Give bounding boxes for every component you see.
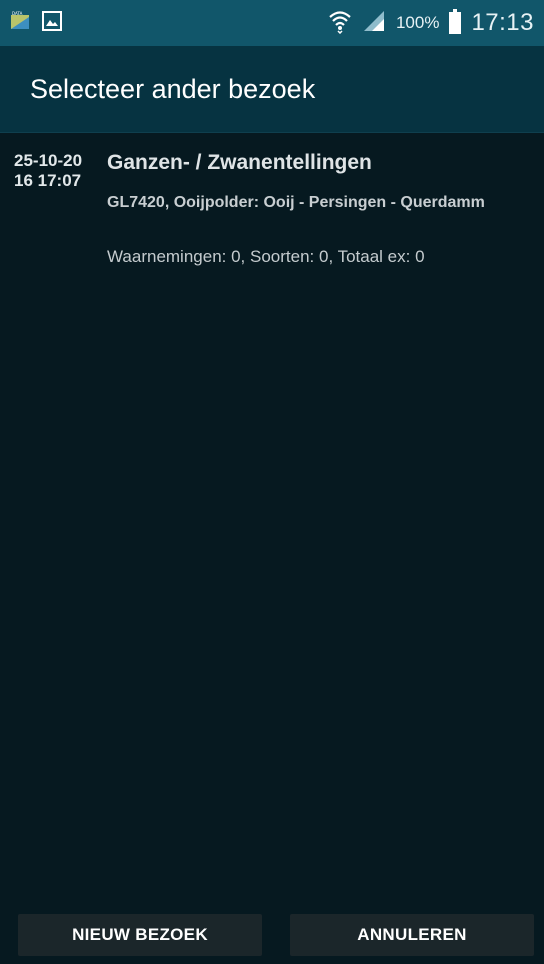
data-icon: DATA <box>10 11 30 36</box>
new-visit-button[interactable]: NIEUW BEZOEK <box>18 914 262 956</box>
status-bar: DATA 100% 17:13 <box>0 0 544 46</box>
visit-date: 25-10-20 16 17:07 <box>14 151 83 190</box>
signal-icon <box>362 9 386 38</box>
title-bar: Selecteer ander bezoek <box>0 46 544 133</box>
visit-list-item[interactable]: 25-10-20 16 17:07 Ganzen- / Zwanentellin… <box>0 133 544 283</box>
screen: DATA 100% 17:13 Selecteer ander bezoek 2… <box>0 0 544 964</box>
image-icon <box>42 11 62 36</box>
svg-text:DATA: DATA <box>12 11 23 16</box>
visit-stats: Waarnemingen: 0, Soorten: 0, Totaal ex: … <box>107 247 425 266</box>
wifi-icon <box>328 8 352 39</box>
battery-percent: 100% <box>395 13 440 32</box>
page-title: Selecteer ander bezoek <box>30 74 316 104</box>
visit-title: Ganzen- / Zwanentellingen <box>107 151 372 174</box>
visit-location: GL7420, Ooijpolder: Ooij - Persingen - Q… <box>107 194 485 211</box>
visit-list: 25-10-20 16 17:07 Ganzen- / Zwanentellin… <box>0 133 544 283</box>
battery-icon <box>449 9 462 34</box>
cancel-button[interactable]: ANNULEREN <box>290 914 534 956</box>
clock: 17:13 <box>471 9 534 36</box>
